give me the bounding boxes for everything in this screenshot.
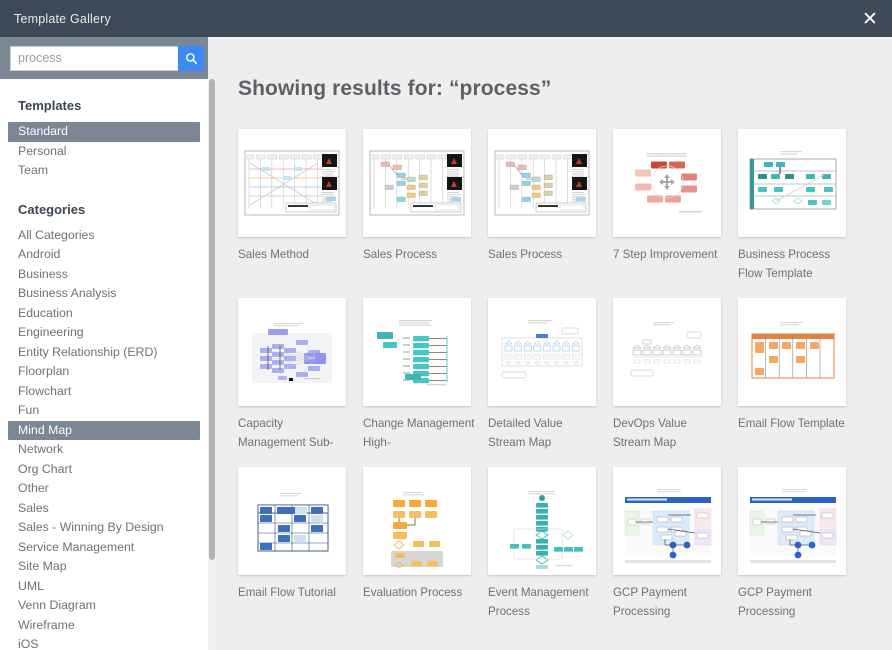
sidebar-item-ios[interactable]: iOS [0,635,208,650]
template-label: Change Management High- [363,414,475,452]
sidebar-item-personal[interactable]: Personal [0,142,208,162]
sidebar-nav[interactable]: TemplatesStandardPersonalTeamCategoriesA… [0,79,208,650]
template-thumbnail-capacity-management[interactable] [238,298,346,406]
template-label: Capacity Management Sub- [238,414,350,452]
sidebar-item-fun[interactable]: Fun [0,401,208,421]
sidebar-item-site-map[interactable]: Site Map [0,557,208,577]
sidebar-item-team[interactable]: Team [0,161,208,181]
search-button[interactable] [178,46,204,71]
sidebar-item-entity-relationship-erd[interactable]: Entity Relationship (ERD) [0,343,208,363]
results-panel: Showing results for: “process” Sales Met… [216,37,892,650]
sidebar-item-all-categories[interactable]: All Categories [0,226,208,246]
template-grid: Sales Method Sales Process Sales Process 7 … [216,101,892,636]
sidebar-item-flowchart[interactable]: Flowchart [0,382,208,402]
close-icon[interactable]: ✕ [858,7,882,31]
sidebar-item-engineering[interactable]: Engineering [0,323,208,343]
nav-section-gap [0,181,208,193]
sidebar-item-education[interactable]: Education [0,304,208,324]
sidebar-item-service-management[interactable]: Service Management [0,538,208,558]
template-label: GCP Payment Processing [613,583,725,621]
template-card[interactable]: Sales Process [363,129,488,283]
sidebar-item-sales[interactable]: Sales [0,499,208,519]
search-bar [0,37,208,79]
nav-section-heading: Templates [0,89,208,122]
template-thumbnail-gcp-payment-processing[interactable] [613,467,721,575]
template-thumbnail-devops-value-stream[interactable] [613,298,721,406]
sidebar-item-android[interactable]: Android [0,245,208,265]
search-wrapper [10,46,204,71]
template-thumbnail-seven-step-improvement[interactable] [613,129,721,237]
sidebar: TemplatesStandardPersonalTeamCategoriesA… [0,37,208,650]
template-card[interactable]: GCP Payment Processing [738,467,863,621]
template-card[interactable]: Change Management High- [363,298,488,452]
template-card[interactable]: Sales Process [488,129,613,283]
template-thumbnail-email-flow-tutorial[interactable] [238,467,346,575]
search-input[interactable] [10,46,178,71]
sidebar-item-sales-winning-by-design[interactable]: Sales - Winning By Design [0,518,208,538]
template-thumbnail-sales-method[interactable] [238,129,346,237]
template-thumbnail-email-flow-template[interactable] [738,298,846,406]
sidebar-item-uml[interactable]: UML [0,577,208,597]
sidebar-scrollbar-track[interactable] [208,79,216,650]
template-thumbnail-gcp-payment-processing[interactable] [738,467,846,575]
template-label: Sales Process [363,245,475,264]
template-card[interactable]: Email Flow Tutorial [238,467,363,621]
results-heading: Showing results for: “process” [216,37,892,101]
template-label: Business Process Flow Template [738,245,850,283]
dialog-titlebar: Template Gallery ✕ [0,0,892,37]
template-label: 7 Step Improvement [613,245,725,264]
template-thumbnail-change-management[interactable] [363,298,471,406]
template-label: Sales Method [238,245,350,264]
sidebar-item-business[interactable]: Business [0,265,208,285]
template-gallery-dialog: Template Gallery ✕ TemplatesStandardPers… [0,0,892,650]
template-label: Detailed Value Stream Map [488,414,600,452]
sidebar-item-standard[interactable]: Standard [8,122,200,142]
template-card[interactable]: Capacity Management Sub- [238,298,363,452]
search-icon [185,52,198,65]
sidebar-item-venn-diagram[interactable]: Venn Diagram [0,596,208,616]
template-label: Event Management Process [488,583,600,621]
template-label: Evaluation Process [363,583,475,602]
template-label: DevOps Value Stream Map [613,414,725,452]
template-thumbnail-event-management-process[interactable] [488,467,596,575]
sidebar-item-other[interactable]: Other [0,479,208,499]
template-card[interactable]: GCP Payment Processing [613,467,738,621]
template-thumbnail-business-process-flow[interactable] [738,129,846,237]
template-label: Email Flow Tutorial [238,583,350,602]
nav-section-heading: Categories [0,193,208,226]
template-card[interactable]: Evaluation Process [363,467,488,621]
template-card[interactable]: Business Process Flow Template [738,129,863,283]
sidebar-item-network[interactable]: Network [0,440,208,460]
template-label: Sales Process [488,245,600,264]
sidebar-scrollbar-thumb[interactable] [209,79,215,560]
template-card[interactable]: Email Flow Template [738,298,863,452]
template-label: Email Flow Template [738,414,850,433]
sidebar-item-floorplan[interactable]: Floorplan [0,362,208,382]
template-thumbnail-sales-process[interactable] [363,129,471,237]
template-card[interactable]: Event Management Process [488,467,613,621]
template-card[interactable]: Sales Method [238,129,363,283]
template-card[interactable]: DevOps Value Stream Map [613,298,738,452]
template-thumbnail-evaluation-process[interactable] [363,467,471,575]
dialog-title: Template Gallery [14,12,111,26]
sidebar-item-org-chart[interactable]: Org Chart [0,460,208,480]
template-card[interactable]: 7 Step Improvement [613,129,738,283]
template-label: GCP Payment Processing [738,583,850,621]
sidebar-item-mind-map[interactable]: Mind Map [8,421,200,441]
template-thumbnail-detailed-value-stream[interactable] [488,298,596,406]
template-card[interactable]: Detailed Value Stream Map [488,298,613,452]
sidebar-item-wireframe[interactable]: Wireframe [0,616,208,636]
template-thumbnail-sales-process[interactable] [488,129,596,237]
sidebar-item-business-analysis[interactable]: Business Analysis [0,284,208,304]
